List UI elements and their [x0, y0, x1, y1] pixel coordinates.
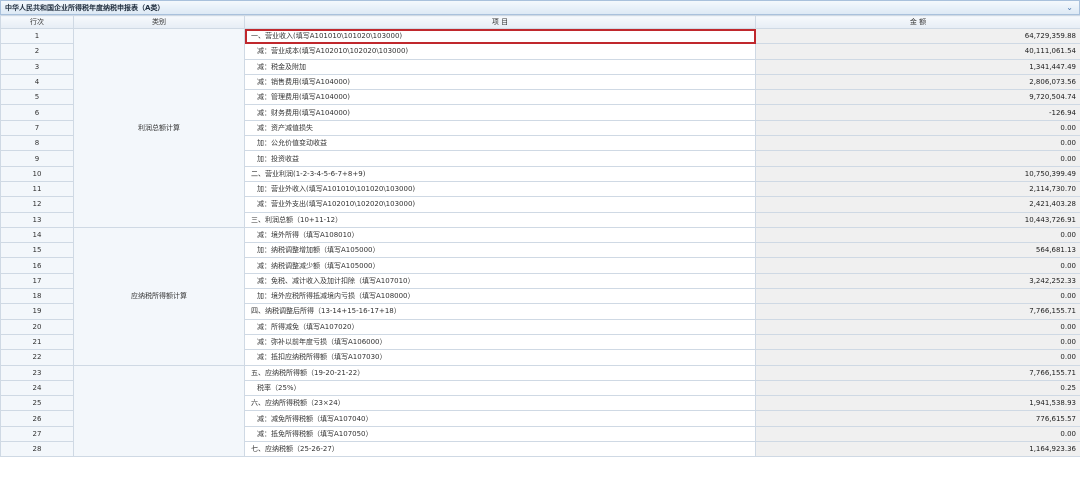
row-number: 18 [0, 288, 74, 305]
row-number: 14 [0, 226, 74, 244]
header-amount: 金 额 [755, 15, 1080, 29]
row-amount[interactable]: 10,443,726.91 [755, 211, 1080, 228]
row-amount[interactable]: 0.00 [755, 333, 1080, 351]
row-amount[interactable]: 64,729,359.88 [755, 27, 1080, 45]
table-row: 1 利润总额计算 一、营业收入(填写A101010\101020\103000) 64… [0, 27, 1080, 228]
row-amount[interactable]: 3,242,252.33 [755, 272, 1080, 290]
row-item: 减：销售费用(填写A104000) [244, 73, 756, 91]
row-amount[interactable]: 2,421,403.28 [755, 196, 1080, 213]
tax-return-table: 行次 类别 项 目 金 额 1 利润总额计算 一、营业收入(填写A101010\10… [0, 15, 1080, 458]
row-number: 1 [0, 27, 74, 45]
row-item: 七、应纳税额（25-26-27） [244, 441, 756, 458]
row-amount[interactable]: 2,806,073.56 [755, 73, 1080, 91]
table-header-row: 行次 类别 项 目 金 额 [0, 15, 1080, 29]
row-number: 28 [0, 441, 74, 458]
row-amount[interactable]: 0.00 [755, 425, 1080, 443]
row-item: 减：财务费用(填写A104000) [244, 104, 756, 121]
row-item: 减：抵扣应纳税所得额（填写A107030） [244, 349, 756, 366]
row-item: 减：境外所得（填写A108010） [244, 226, 756, 244]
row-item: 减：营业成本(填写A102010\102020\103000) [244, 43, 756, 60]
row-item: 二、营业利润(1-2-3-4-5-6-7+8+9) [244, 165, 756, 182]
chevron-down-icon[interactable]: ⌄ [1066, 3, 1073, 12]
row-number: 21 [0, 333, 74, 351]
row-item: 六、应纳所得税额（23×24） [244, 395, 756, 412]
row-number: 6 [0, 104, 74, 121]
row-amount[interactable]: 776,615.57 [755, 410, 1080, 427]
row-amount[interactable]: -126.94 [755, 104, 1080, 121]
row-amount[interactable]: 0.00 [755, 288, 1080, 305]
row-number: 16 [0, 257, 74, 274]
row-item: 加：境外应税所得抵减境内亏损（填写A108000） [244, 288, 756, 305]
row-number: 7 [0, 119, 74, 137]
row-number: 9 [0, 150, 74, 167]
window-title: 中华人民共和国企业所得税年度纳税申报表（A类） [5, 3, 165, 12]
row-amount[interactable]: 0.00 [755, 226, 1080, 244]
row-item: 三、利润总额（10+11-12） [244, 211, 756, 228]
row-item: 五、应纳税所得额（19-20-21-22） [244, 364, 756, 381]
row-item: 加：公允价值变动收益 [244, 135, 756, 152]
row-item: 加：纳税调整增加额（填写A105000） [244, 242, 756, 259]
row-number: 5 [0, 89, 74, 106]
row-number: 2 [0, 43, 74, 60]
row-item: 四、纳税调整后所得（13-14+15-16-17+18） [244, 303, 756, 320]
row-amount[interactable]: 10,750,399.49 [755, 165, 1080, 182]
row-item: 减：减免所得税额（填写A107040） [244, 410, 756, 427]
row-amount[interactable]: 2,114,730.70 [755, 180, 1080, 198]
row-amount[interactable]: 1,341,447.49 [755, 58, 1080, 75]
row-number: 25 [0, 395, 74, 412]
row-number: 22 [0, 349, 74, 366]
row-number: 4 [0, 73, 74, 91]
row-amount[interactable]: 0.00 [755, 318, 1080, 335]
row-number: 8 [0, 135, 74, 152]
row-amount[interactable]: 7,766,155.71 [755, 303, 1080, 320]
row-number: 20 [0, 318, 74, 335]
row-item: 加：营业外收入(填写A101010\101020\103000) [244, 180, 756, 198]
row-amount[interactable]: 1,164,923.36 [755, 441, 1080, 458]
row-item: 税率（25%） [244, 379, 756, 397]
row-number: 26 [0, 410, 74, 427]
window-titlebar: 中华人民共和国企业所得税年度纳税申报表（A类） ⌄ [0, 0, 1080, 15]
row-number: 17 [0, 272, 74, 290]
row-amount[interactable]: 0.25 [755, 379, 1080, 397]
header-item: 项 目 [244, 15, 756, 29]
row-number: 15 [0, 242, 74, 259]
row-amount[interactable]: 0.00 [755, 150, 1080, 167]
row-amount[interactable]: 0.00 [755, 119, 1080, 137]
row-amount[interactable]: 1,941,538.93 [755, 395, 1080, 412]
row-item: 减：抵免所得税额（填写A107050） [244, 425, 756, 443]
header-row-number: 行次 [0, 15, 74, 29]
row-amount[interactable]: 0.00 [755, 349, 1080, 366]
category-empty [73, 364, 245, 458]
row-number: 11 [0, 180, 74, 198]
row-amount[interactable]: 0.00 [755, 135, 1080, 152]
row-amount[interactable]: 40,111,061.54 [755, 43, 1080, 60]
row-item: 减：管理费用(填写A104000) [244, 89, 756, 106]
row-item: 减：弥补以前年度亏损（填写A106000） [244, 333, 756, 351]
row-number: 3 [0, 58, 74, 75]
row-number: 19 [0, 303, 74, 320]
row-number: 10 [0, 165, 74, 182]
row-item: 减：资产减值损失 [244, 119, 756, 137]
row-number: 12 [0, 196, 74, 213]
category-taxable: 应纳税所得额计算 [73, 226, 245, 366]
row-number: 24 [0, 379, 74, 397]
table-row: 14 应纳税所得额计算 减：境外所得（填写A108010） 0.00 [0, 226, 1080, 366]
row-amount[interactable]: 9,720,504.74 [755, 89, 1080, 106]
row-amount[interactable]: 564,681.13 [755, 242, 1080, 259]
row-amount[interactable]: 7,766,155.71 [755, 364, 1080, 381]
row-number: 27 [0, 425, 74, 443]
row-item[interactable]: 一、营业收入(填写A101010\101020\103000) [244, 27, 756, 45]
row-number: 13 [0, 211, 74, 228]
row-item: 加：投资收益 [244, 150, 756, 167]
category-profit: 利润总额计算 [73, 28, 245, 228]
row-number: 23 [0, 364, 74, 381]
row-item: 减：所得减免（填写A107020） [244, 318, 756, 335]
table-row: 23 五、应纳税所得额（19-20-21-22） 7,766,155.71 [0, 364, 1080, 458]
row-item: 减：纳税调整减少额（填写A105000） [244, 257, 756, 274]
header-category: 类别 [73, 15, 245, 29]
row-item: 减：税金及附加 [244, 58, 756, 75]
row-item: 减：免税、减计收入及加计扣除（填写A107010） [244, 272, 756, 290]
row-item: 减：营业外支出(填写A102010\102020\103000) [244, 196, 756, 213]
row-amount[interactable]: 0.00 [755, 257, 1080, 274]
